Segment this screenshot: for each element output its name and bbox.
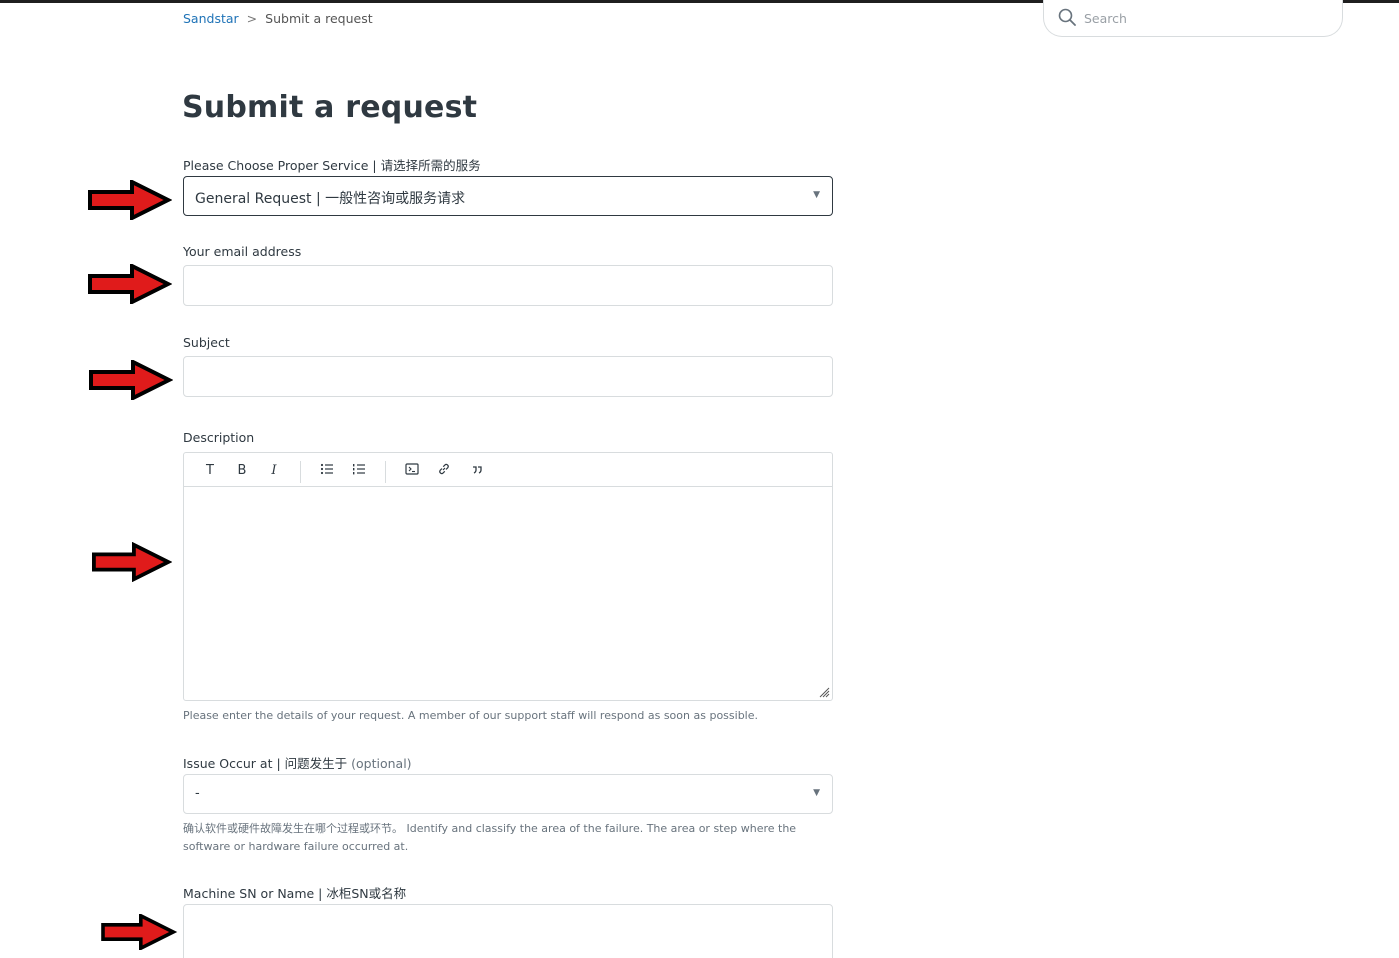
- issue-label-text: Issue Occur at | 问题发生于: [183, 756, 348, 771]
- search-input[interactable]: [1084, 8, 1324, 28]
- subject-label: Subject: [183, 335, 230, 350]
- description-hint: Please enter the details of your request…: [183, 709, 758, 722]
- page-title: Submit a request: [182, 90, 478, 125]
- quote-icon[interactable]: [468, 462, 486, 480]
- optional-tag: (optional): [351, 756, 412, 771]
- red-arrow-icon: [88, 180, 172, 220]
- description-editor[interactable]: T B I: [183, 452, 833, 701]
- issue-label: Issue Occur at | 问题发生于 (optional): [183, 753, 412, 772]
- resize-handle-icon[interactable]: [818, 686, 830, 698]
- numbered-list-icon[interactable]: [350, 462, 368, 480]
- link-icon[interactable]: [435, 462, 453, 480]
- breadcrumb: Sandstar > Submit a request: [183, 11, 373, 26]
- service-label: Please Choose Proper Service | 请选择所需的服务: [183, 158, 481, 173]
- editor-toolbar: T B I: [184, 453, 832, 487]
- email-label: Your email address: [183, 244, 302, 259]
- red-arrow-icon: [92, 542, 172, 582]
- machine-field[interactable]: [183, 904, 833, 958]
- breadcrumb-home-link[interactable]: Sandstar: [183, 11, 239, 26]
- description-label: Description: [183, 430, 255, 445]
- search-icon: [1058, 8, 1076, 26]
- italic-icon[interactable]: I: [265, 462, 283, 480]
- breadcrumb-separator: >: [246, 11, 258, 26]
- issue-select-value: -: [195, 786, 200, 801]
- toolbar-divider: [385, 461, 386, 483]
- code-block-icon[interactable]: [403, 462, 421, 480]
- dropdown-caret-icon: ▼: [813, 190, 820, 200]
- machine-label: Machine SN or Name | 冰柜SN或名称: [183, 886, 407, 901]
- email-field[interactable]: [183, 265, 833, 306]
- issue-hint: 确认软件或硬件故障发生在哪个过程或环节。 Identify and classi…: [183, 822, 797, 853]
- search-box[interactable]: [1043, 0, 1343, 37]
- red-arrow-icon: [101, 914, 178, 950]
- dropdown-caret-icon: ▼: [813, 788, 820, 798]
- red-arrow-icon: [89, 360, 173, 400]
- text-icon[interactable]: T: [201, 462, 219, 480]
- subject-field[interactable]: [183, 356, 833, 397]
- service-select-value: General Request | 一般性咨询或服务请求: [195, 191, 466, 207]
- issue-select[interactable]: - ▼: [183, 774, 833, 814]
- red-arrow-icon: [88, 264, 172, 304]
- bold-icon[interactable]: B: [233, 462, 251, 480]
- toolbar-divider: [300, 461, 301, 483]
- bulleted-list-icon[interactable]: [318, 462, 336, 480]
- breadcrumb-current: Submit a request: [265, 11, 373, 26]
- service-select[interactable]: General Request | 一般性咨询或服务请求 ▼: [183, 176, 833, 216]
